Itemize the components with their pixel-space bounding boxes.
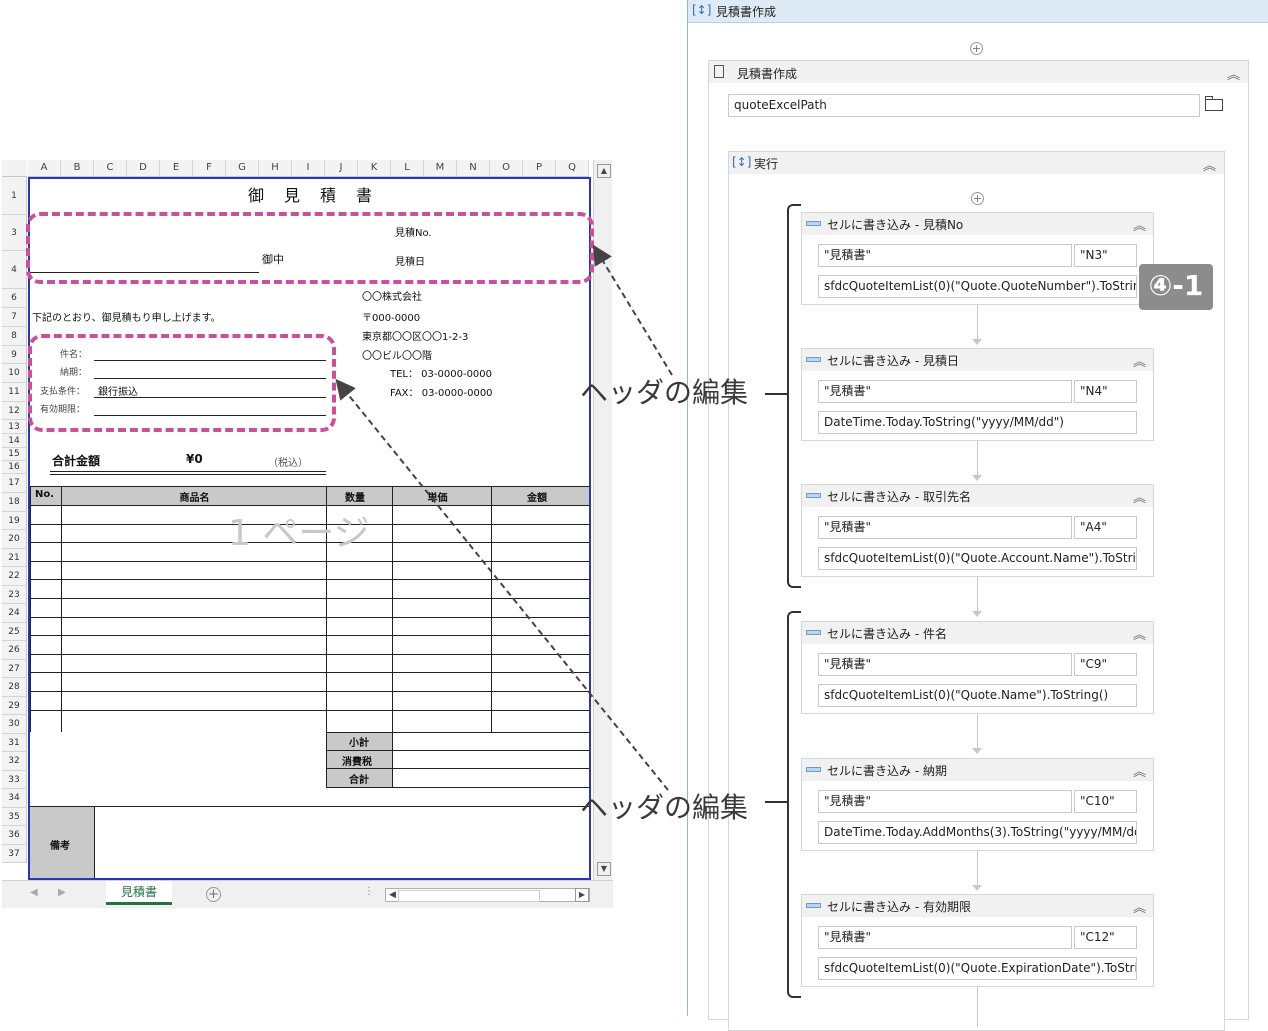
annotation-arrows [335, 244, 673, 791]
arrow-to-header-box-2 [335, 378, 669, 791]
arrow-to-header-box-1 [592, 244, 673, 376]
